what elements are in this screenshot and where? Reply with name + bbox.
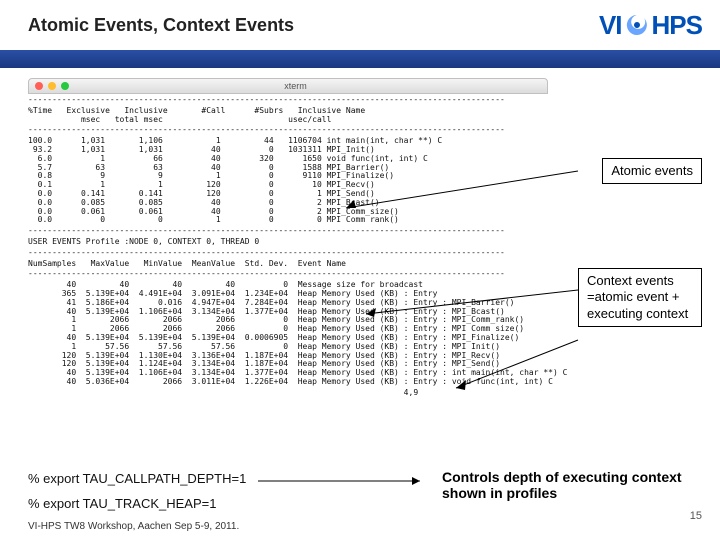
logo-text-hps: HPS [652, 10, 702, 41]
logo-text-vi: VI [599, 10, 622, 41]
callout-atomic-label: Atomic events [611, 163, 693, 178]
controls-note: Controls depth of executing context show… [442, 469, 702, 501]
callout-atomic-events: Atomic events [602, 158, 702, 184]
terminal-output: ----------------------------------------… [28, 96, 548, 398]
slide-title: Atomic Events, Context Events [28, 15, 294, 36]
callout-context-label: Context events =atomic event + executing… [587, 273, 688, 321]
slide-header: Atomic Events, Context Events VI HPS [0, 0, 720, 50]
ue-dash3: ----------------------------------------… [28, 270, 548, 279]
ue-dash2: ----------------------------------------… [28, 249, 548, 258]
callout-context-events: Context events =atomic event + executing… [578, 268, 702, 327]
logo-swirl-icon [625, 13, 649, 37]
ue-rows: 40 40 40 40 0 Message size for broadcast… [28, 281, 548, 387]
terminal-tail: 4,9 [28, 389, 548, 398]
header-accent-bar [0, 50, 720, 68]
page-number: 15 [690, 510, 702, 522]
profile-rows: 100.0 1,031 1,106 1 44 1106704 int main(… [28, 137, 548, 225]
vihps-logo: VI HPS [599, 10, 702, 41]
profile-dash: ----------------------------------------… [28, 96, 548, 105]
ue-header: NumSamples MaxValue MinValue MeanValue S… [28, 260, 548, 269]
ue-title: USER EVENTS Profile :NODE 0, CONTEXT 0, … [28, 238, 548, 247]
terminal-titlebar: xterm [28, 78, 548, 94]
ue-dash: ----------------------------------------… [28, 227, 548, 236]
profile-dash2: ----------------------------------------… [28, 126, 548, 135]
close-icon [35, 82, 43, 90]
terminal-title: xterm [44, 81, 547, 91]
profile-header: %Time Exclusive Inclusive #Call #Subrs I… [28, 107, 548, 125]
footer-zone: % export TAU_CALLPATH_DEPTH=1 % export T… [0, 471, 720, 540]
event-info: VI-HPS TW8 Workshop, Aachen Sep 5-9, 201… [28, 521, 702, 532]
content-area: xterm ----------------------------------… [0, 68, 720, 472]
